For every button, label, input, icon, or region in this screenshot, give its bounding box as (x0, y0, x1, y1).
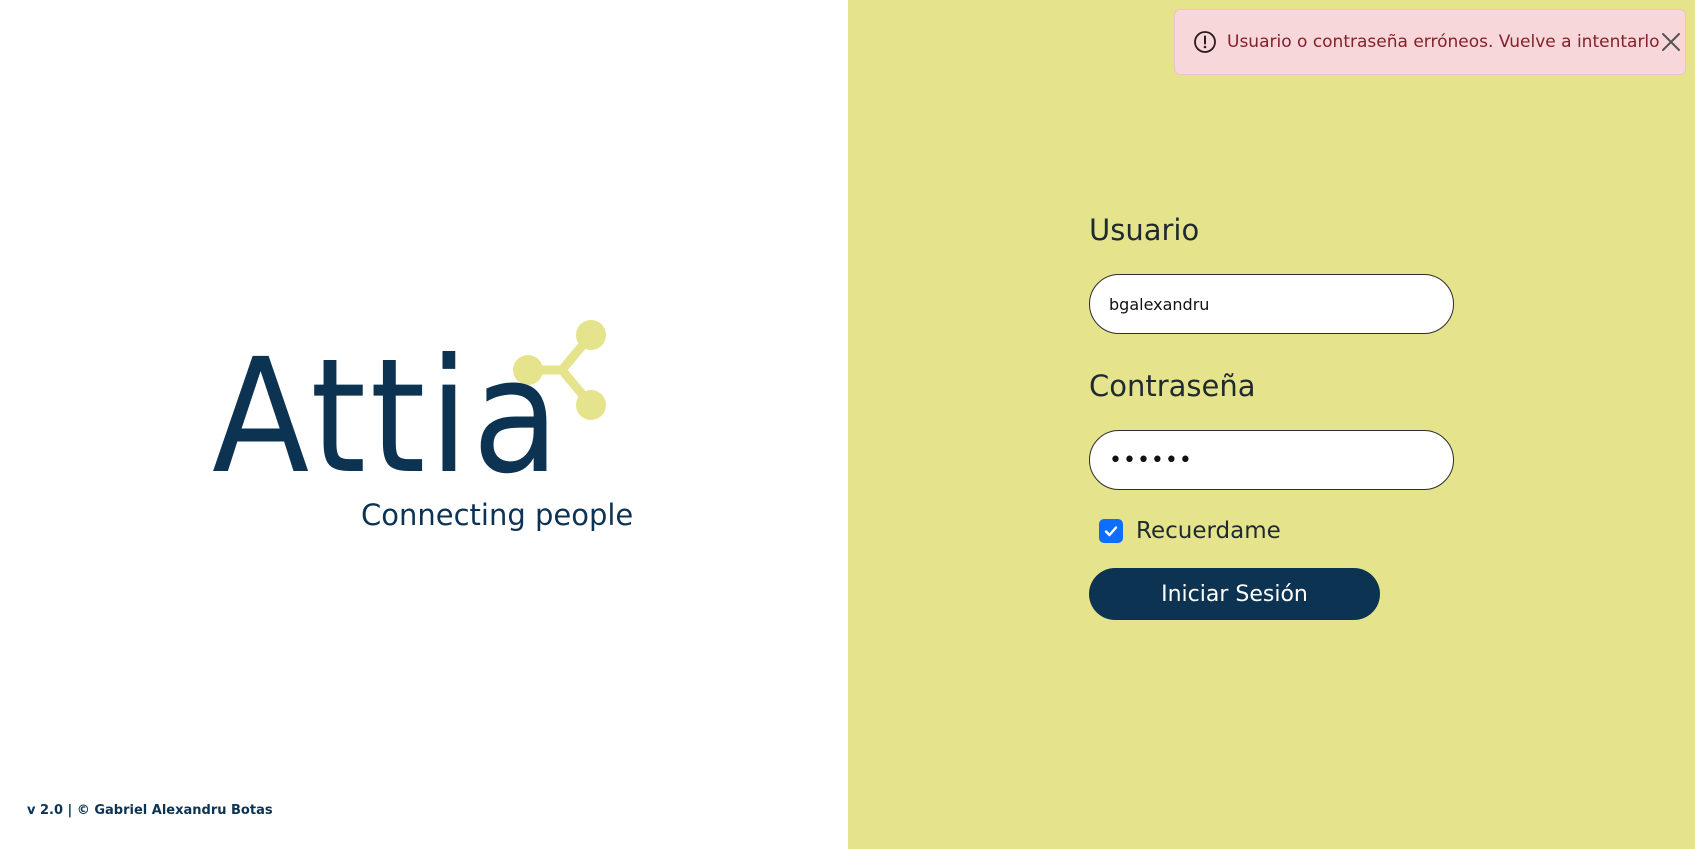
username-input[interactable] (1089, 274, 1454, 334)
remember-checkbox[interactable] (1099, 519, 1123, 543)
close-icon[interactable] (1660, 31, 1682, 53)
remember-label: Recuerdame (1136, 518, 1281, 544)
left-panel: Attia Connecting people v 2.0 | © Gabrie… (0, 0, 848, 849)
login-form: Usuario Contraseña Recuerdame Iniciar Se… (1089, 210, 1455, 620)
logo-wordmark: Attia (212, 325, 563, 509)
username-label: Usuario (1089, 213, 1200, 247)
password-input[interactable] (1089, 430, 1454, 490)
error-alert-message: Usuario o contraseña erróneos. Vuelve a … (1227, 32, 1660, 52)
exclamation-circle-icon (1194, 31, 1216, 53)
remember-me: Recuerdame (1099, 516, 1455, 546)
error-alert: Usuario o contraseña erróneos. Vuelve a … (1174, 9, 1686, 75)
attia-logo: Attia Connecting people (212, 318, 642, 538)
logo-tagline: Connecting people (361, 498, 634, 532)
login-button[interactable]: Iniciar Sesión (1089, 568, 1380, 620)
checkmark-icon (1104, 526, 1118, 537)
version-copyright: v 2.0 | © Gabriel Alexandru Botas (27, 803, 273, 818)
password-label: Contraseña (1089, 369, 1256, 403)
